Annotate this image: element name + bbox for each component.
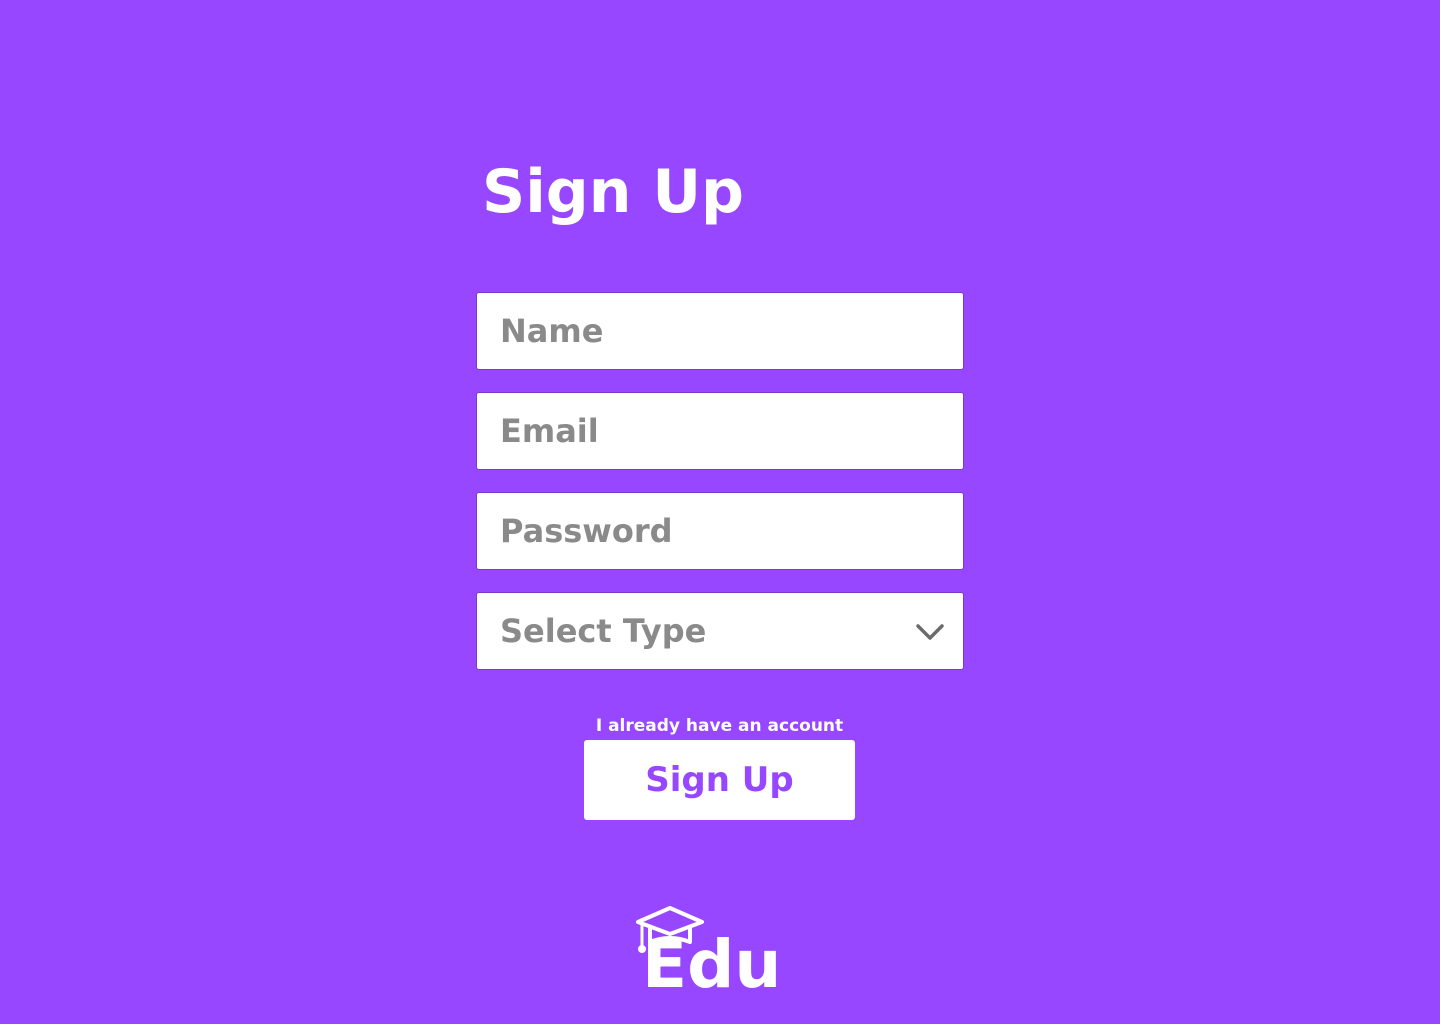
sign-up-button[interactable]: Sign Up [584, 740, 855, 820]
type-select-value[interactable]: Select Type [477, 593, 963, 669]
email-input[interactable] [477, 393, 963, 469]
signin-link[interactable]: I already have an account [584, 714, 855, 738]
name-field[interactable] [476, 292, 964, 370]
type-select[interactable]: Select Type [476, 592, 964, 670]
name-input[interactable] [477, 293, 963, 369]
brand-logo: Edu [628, 900, 798, 1010]
chevron-down-icon[interactable] [915, 617, 945, 647]
password-input[interactable] [477, 493, 963, 569]
logo-text: Edu [642, 926, 782, 1003]
email-field[interactable] [476, 392, 964, 470]
password-field[interactable] [476, 492, 964, 570]
page-title: Sign Up [482, 157, 745, 227]
